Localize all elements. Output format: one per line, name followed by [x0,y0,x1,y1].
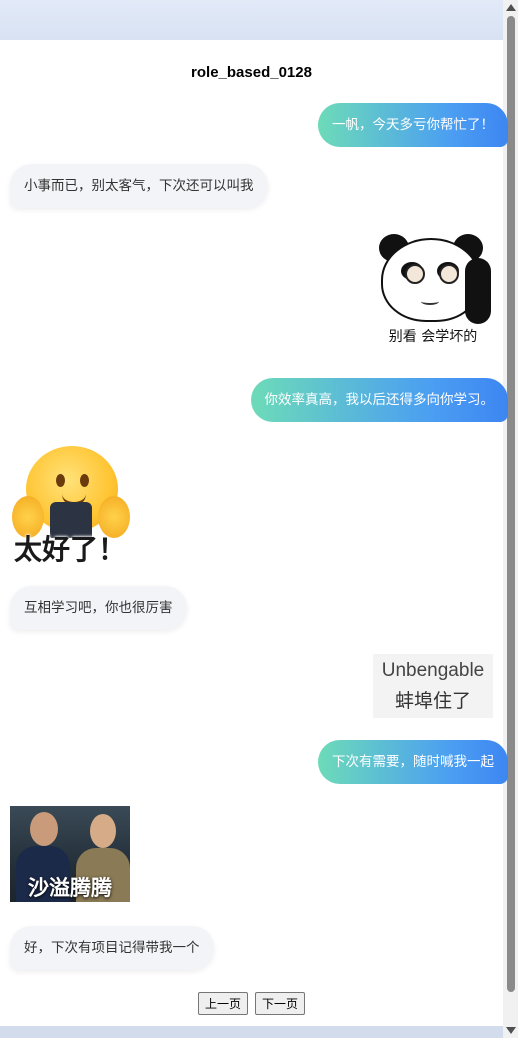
message-received: 好，下次有项目记得带我一个 [10,926,214,970]
top-bar [0,0,503,40]
person-right-head [90,814,116,848]
scroll-thumb[interactable] [507,16,515,992]
sticker-text-line2: 蚌埠住了 [394,690,471,712]
emoji-eye-right [80,474,89,487]
scrollbar[interactable] [503,0,518,1038]
emoji-eye-left [56,474,65,487]
next-page-button[interactable]: 下一页 [255,992,306,1015]
bottom-bar [0,1026,503,1038]
sticker-caption: 别看 会学坏的 [388,329,478,345]
message-sent: 一帆，今天多亏你帮忙了！ [318,103,508,147]
glasses-right [439,264,459,284]
sticker-text-line1: Unbengable [381,660,485,681]
photo-sticker: 沙溢腾腾 [10,806,130,902]
glasses-left [405,264,425,284]
message-sent: 下次有需要，随时喊我一起 [318,740,508,784]
scroll-up-arrow-icon[interactable] [506,4,516,11]
sticker-caption: 太好了！ [13,533,126,566]
panda-hand [465,258,491,324]
panda-sticker: 别看 会学坏的 [373,232,493,346]
emoji-sticker: 太好了！ [10,444,130,566]
message-received: 小事而已，别太客气，下次还可以叫我 [10,164,268,208]
message-sent: 你效率真高，我以后还得多向你学习。 [250,378,508,422]
person-left-head [30,812,58,846]
message-received: 互相学习吧，你也很厉害 [10,586,187,630]
prev-page-button[interactable]: 上一页 [197,992,248,1015]
pagination: 上一页 下一页 [0,992,503,1015]
scroll-down-arrow-icon[interactable] [506,1027,516,1034]
sticker-caption: 沙溢腾腾 [28,876,112,900]
page-title: role_based_0128 [191,64,312,81]
text-sticker: Unbengable 蚌埠住了 [373,654,493,718]
panda-mouth [421,298,439,305]
